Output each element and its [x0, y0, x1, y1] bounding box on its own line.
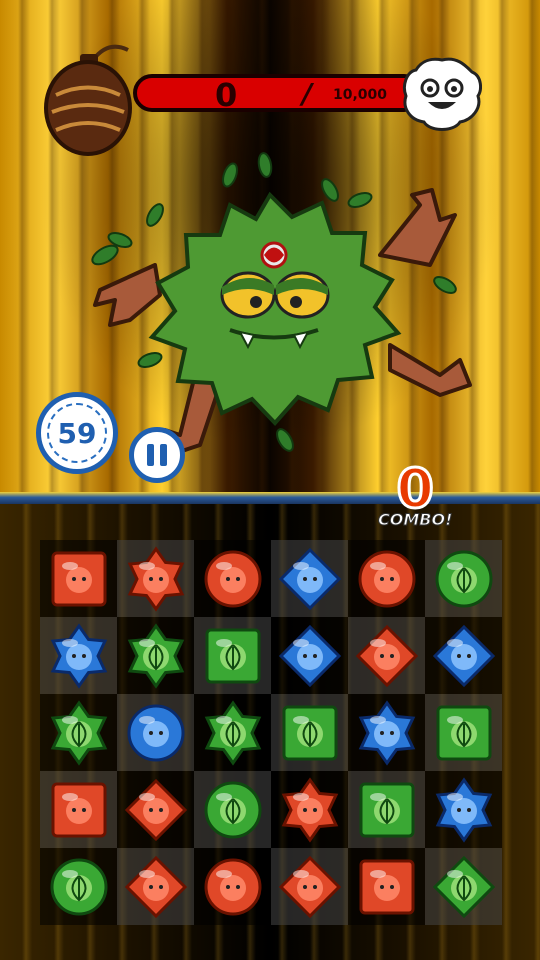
board-cell[interactable]: [194, 771, 271, 848]
bomb-icon: [44, 44, 132, 156]
board-cell[interactable]: [194, 617, 271, 694]
water-orb-circle-icon[interactable]: [123, 700, 189, 766]
board-cell[interactable]: [194, 694, 271, 771]
wood-orb-square-icon[interactable]: [431, 700, 497, 766]
board-cell[interactable]: [425, 771, 502, 848]
pause-icon-bar: [160, 444, 167, 466]
wood-orb-star-icon[interactable]: [200, 699, 266, 766]
board-cell[interactable]: [271, 694, 348, 771]
board-cell[interactable]: [348, 848, 425, 925]
orb-grid: [40, 540, 502, 925]
board-cell[interactable]: [117, 694, 194, 771]
combo-label: COMBO!: [377, 510, 453, 530]
board-cell[interactable]: [40, 848, 117, 925]
board-cell[interactable]: [117, 617, 194, 694]
wood-orb-circle-icon[interactable]: [431, 546, 497, 612]
board-cell[interactable]: [348, 617, 425, 694]
fire-orb-star-icon[interactable]: [277, 776, 343, 843]
board-cell[interactable]: [117, 848, 194, 925]
turn-timer: 59: [36, 392, 118, 474]
wood-orb-star-icon[interactable]: [46, 699, 112, 766]
fire-orb-diamond-icon[interactable]: [123, 854, 189, 920]
water-orb-diamond-icon[interactable]: [431, 623, 497, 689]
board-cell[interactable]: [271, 771, 348, 848]
hp-separator: /: [302, 77, 313, 110]
forest-monster: [91, 152, 472, 457]
water-orb-star-icon[interactable]: [431, 776, 497, 843]
fire-orb-square-icon[interactable]: [46, 777, 112, 843]
water-orb-diamond-icon[interactable]: [277, 546, 343, 612]
enemy-hp-bar: 0 / 10,000: [133, 74, 423, 114]
wood-orb-circle-icon[interactable]: [46, 854, 112, 920]
water-orb-star-icon[interactable]: [354, 699, 420, 766]
timer-value: 59: [47, 403, 107, 463]
board-cell[interactable]: [348, 694, 425, 771]
pause-icon: [147, 444, 154, 466]
hp-max: 10,000: [333, 87, 388, 103]
board-cell[interactable]: [40, 771, 117, 848]
board-cell[interactable]: [425, 848, 502, 925]
fire-orb-circle-icon[interactable]: [200, 854, 266, 920]
board-cell[interactable]: [348, 771, 425, 848]
combo-count: 0: [395, 457, 436, 520]
board-cell[interactable]: [194, 540, 271, 617]
fire-orb-square-icon[interactable]: [354, 854, 420, 920]
fire-orb-diamond-icon[interactable]: [354, 623, 420, 689]
board-cell[interactable]: [425, 540, 502, 617]
board-cell[interactable]: [271, 540, 348, 617]
water-orb-diamond-icon[interactable]: [277, 623, 343, 689]
board-cell[interactable]: [425, 694, 502, 771]
wood-orb-circle-icon[interactable]: [200, 777, 266, 843]
combo-counter: 0 COMBO!: [377, 457, 453, 530]
wood-orb-star-icon[interactable]: [123, 622, 189, 689]
board-cell[interactable]: [425, 617, 502, 694]
board-cell[interactable]: [348, 540, 425, 617]
board-divider: [0, 492, 540, 504]
wood-orb-square-icon[interactable]: [200, 623, 266, 689]
board-cell[interactable]: [271, 848, 348, 925]
wood-orb-diamond-icon[interactable]: [431, 854, 497, 920]
fire-orb-diamond-icon[interactable]: [277, 854, 343, 920]
hp-current: 0: [215, 76, 238, 114]
board-cell[interactable]: [40, 694, 117, 771]
board-cell[interactable]: [40, 617, 117, 694]
fire-orb-circle-icon[interactable]: [200, 546, 266, 612]
water-orb-star-icon[interactable]: [46, 622, 112, 689]
boss-face-icon: [402, 57, 482, 131]
wood-orb-square-icon[interactable]: [277, 700, 343, 766]
board-cell[interactable]: [271, 617, 348, 694]
puzzle-board: [0, 504, 540, 960]
board-cell[interactable]: [117, 771, 194, 848]
fire-orb-square-icon[interactable]: [46, 546, 112, 612]
fire-orb-circle-icon[interactable]: [354, 546, 420, 612]
pause-button[interactable]: [129, 427, 185, 483]
fire-orb-star-icon[interactable]: [123, 545, 189, 612]
board-cell[interactable]: [194, 848, 271, 925]
fire-orb-diamond-icon[interactable]: [123, 777, 189, 843]
wood-orb-square-icon[interactable]: [354, 777, 420, 843]
board-cell[interactable]: [117, 540, 194, 617]
board-cell[interactable]: [40, 540, 117, 617]
